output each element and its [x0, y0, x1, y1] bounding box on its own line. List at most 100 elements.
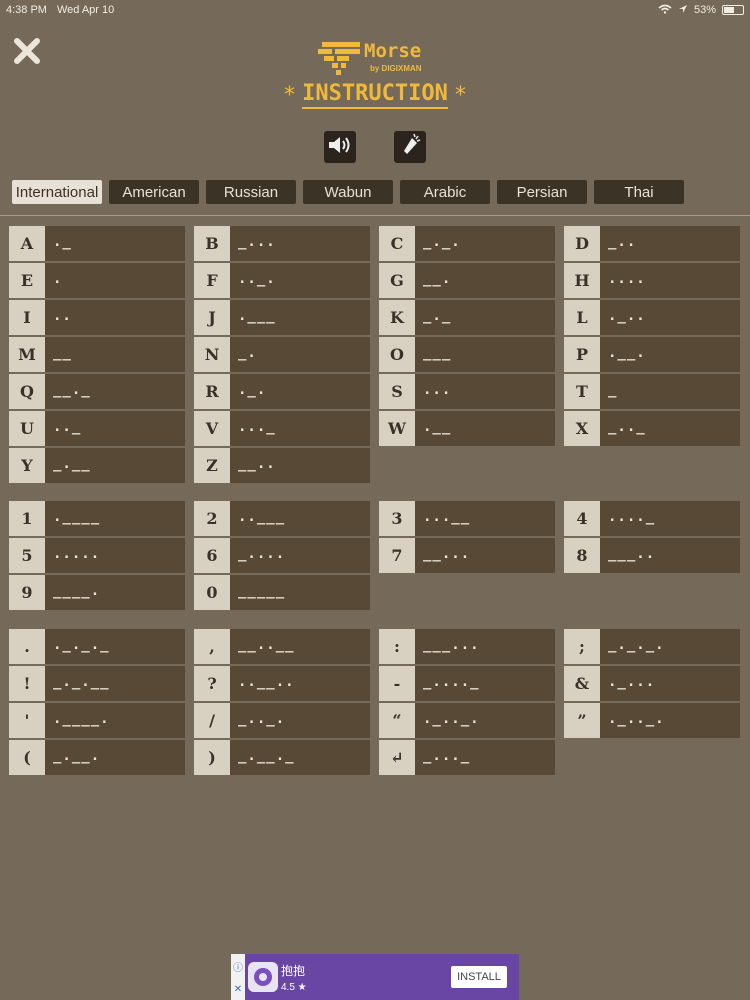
morse-cell[interactable]: K _._ [379, 300, 555, 335]
morse-key: X [564, 411, 600, 446]
morse-cell[interactable]: 7 __... [379, 538, 555, 573]
morse-cell[interactable]: I.. [9, 300, 185, 335]
morse-cell[interactable]: F .._. [194, 263, 370, 298]
morse-cell[interactable]: G __. [379, 263, 555, 298]
morse-code: __..__ [230, 629, 370, 664]
morse-code: _.__._ [230, 740, 370, 775]
morse-cell[interactable]: J .___ [194, 300, 370, 335]
logo-byline: by DIGIXMAN [370, 64, 422, 73]
morse-key: 8 [564, 538, 600, 573]
close-icon [12, 36, 42, 71]
tab-persian[interactable]: Persian [497, 180, 587, 204]
morse-cell[interactable]: E. [9, 263, 185, 298]
morse-cell[interactable]: / _.._. [194, 703, 370, 738]
morse-cell[interactable]: V ..._ [194, 411, 370, 446]
morse-code: ._ [45, 226, 185, 261]
tab-arabic[interactable]: Arabic [400, 180, 490, 204]
tab-international[interactable]: International [12, 180, 102, 204]
morse-cell[interactable]: X _.._ [564, 411, 740, 446]
morse-cell[interactable]: S... [379, 374, 555, 409]
morse-cell[interactable]: O ___ [379, 337, 555, 372]
morse-cell[interactable]: D _.. [564, 226, 740, 261]
morse-cell[interactable]: 2 ..___ [194, 501, 370, 536]
morse-cell[interactable]: ” ._.._. [564, 703, 740, 738]
morse-cell[interactable]: . ._._._ [9, 629, 185, 664]
ad-banner[interactable]: ⓘ ✕ 抱抱 4.5 ★ INSTALL [231, 954, 519, 1000]
morse-cell[interactable]: Q __._ [9, 374, 185, 409]
morse-cell[interactable]: U .._ [9, 411, 185, 446]
status-bar: 4:38 PM Wed Apr 10 53% [0, 0, 750, 20]
ad-close-icon[interactable]: ✕ [234, 984, 242, 995]
morse-cell[interactable]: Z __.. [194, 448, 370, 483]
morse-code: ..___ [230, 501, 370, 536]
morse-cell[interactable]: H.... [564, 263, 740, 298]
tab-american[interactable]: American [109, 180, 199, 204]
morse-cell[interactable]: M __ [9, 337, 185, 372]
tab-thai[interactable]: Thai [594, 180, 684, 204]
morse-cell[interactable]: C _._. [379, 226, 555, 261]
morse-cell[interactable]: (_.__. [9, 740, 185, 775]
morse-key: U [9, 411, 45, 446]
morse-cell[interactable]: 5..... [9, 538, 185, 573]
morse-cell[interactable]: A ._ [9, 226, 185, 261]
morse-code: ...__ [415, 501, 555, 536]
morse-cell[interactable]: ' .____. [9, 703, 185, 738]
morse-key: K [379, 300, 415, 335]
sound-button[interactable] [324, 131, 356, 163]
morse-cell[interactable]: ? ..__.. [194, 666, 370, 701]
tab-russian[interactable]: Russian [206, 180, 296, 204]
morse-cell[interactable]: ↵ _..._ [379, 740, 555, 775]
tab-wabun[interactable]: Wabun [303, 180, 393, 204]
morse-code: ._._._ [45, 629, 185, 664]
ad-info-icon[interactable]: ⓘ ✕ [231, 954, 245, 1000]
morse-cell[interactable]: “._.._. [379, 703, 555, 738]
morse-cell[interactable]: ! _._.__ [9, 666, 185, 701]
morse-cell[interactable]: N _. [194, 337, 370, 372]
morse-cell[interactable]: 0 _____ [194, 575, 370, 610]
morse-cell[interactable]: P .__. [564, 337, 740, 372]
morse-cell[interactable]: , __..__ [194, 629, 370, 664]
morse-cell[interactable]: ; _._._. [564, 629, 740, 664]
morse-cell[interactable]: L ._.. [564, 300, 740, 335]
morse-cell[interactable]: ) _.__._ [194, 740, 370, 775]
morse-key: ; [564, 629, 600, 664]
morse-code: _.__. [45, 740, 185, 775]
morse-code: ____. [45, 575, 185, 610]
tab-label: Wabun [324, 183, 372, 201]
morse-cell[interactable]: 3 ...__ [379, 501, 555, 536]
divider [0, 215, 750, 216]
morse-cell[interactable]: : ___... [379, 629, 555, 664]
morse-code: .____ [45, 501, 185, 536]
flashlight-button[interactable] [394, 131, 426, 163]
morse-code: _. [230, 337, 370, 372]
morse-code: ..... [45, 538, 185, 573]
morse-key: H [564, 263, 600, 298]
flashlight-icon [398, 132, 422, 163]
morse-key: 9 [9, 575, 45, 610]
morse-cell[interactable]: & ._... [564, 666, 740, 701]
morse-key: ) [194, 740, 230, 775]
battery-percent: 53% [693, 4, 716, 16]
ad-rating: 4.5 ★ [281, 982, 307, 993]
morse-code: ._.._. [600, 703, 740, 738]
morse-cell[interactable]: B _... [194, 226, 370, 261]
morse-cell[interactable]: 4 ...._ [564, 501, 740, 536]
morse-cell[interactable]: 6 _.... [194, 538, 370, 573]
morse-cell[interactable]: 8 ___.. [564, 538, 740, 573]
close-button[interactable] [10, 36, 44, 70]
morse-cell[interactable]: R ._. [194, 374, 370, 409]
morse-key: C [379, 226, 415, 261]
morse-code: .__ [415, 411, 555, 446]
logo-name: Morse [364, 40, 422, 62]
morse-cell[interactable]: - _...._ [379, 666, 555, 701]
morse-cell[interactable]: W .__ [379, 411, 555, 446]
ad-install-button[interactable]: INSTALL [451, 966, 507, 988]
tab-label: American [122, 183, 186, 201]
morse-cell[interactable]: 9 ____. [9, 575, 185, 610]
morse-cell[interactable]: Y _.__ [9, 448, 185, 483]
morse-key: F [194, 263, 230, 298]
morse-key: 7 [379, 538, 415, 573]
morse-cell[interactable]: 1 .____ [9, 501, 185, 536]
morse-cell[interactable]: T _ [564, 374, 740, 409]
morse-key: Q [9, 374, 45, 409]
